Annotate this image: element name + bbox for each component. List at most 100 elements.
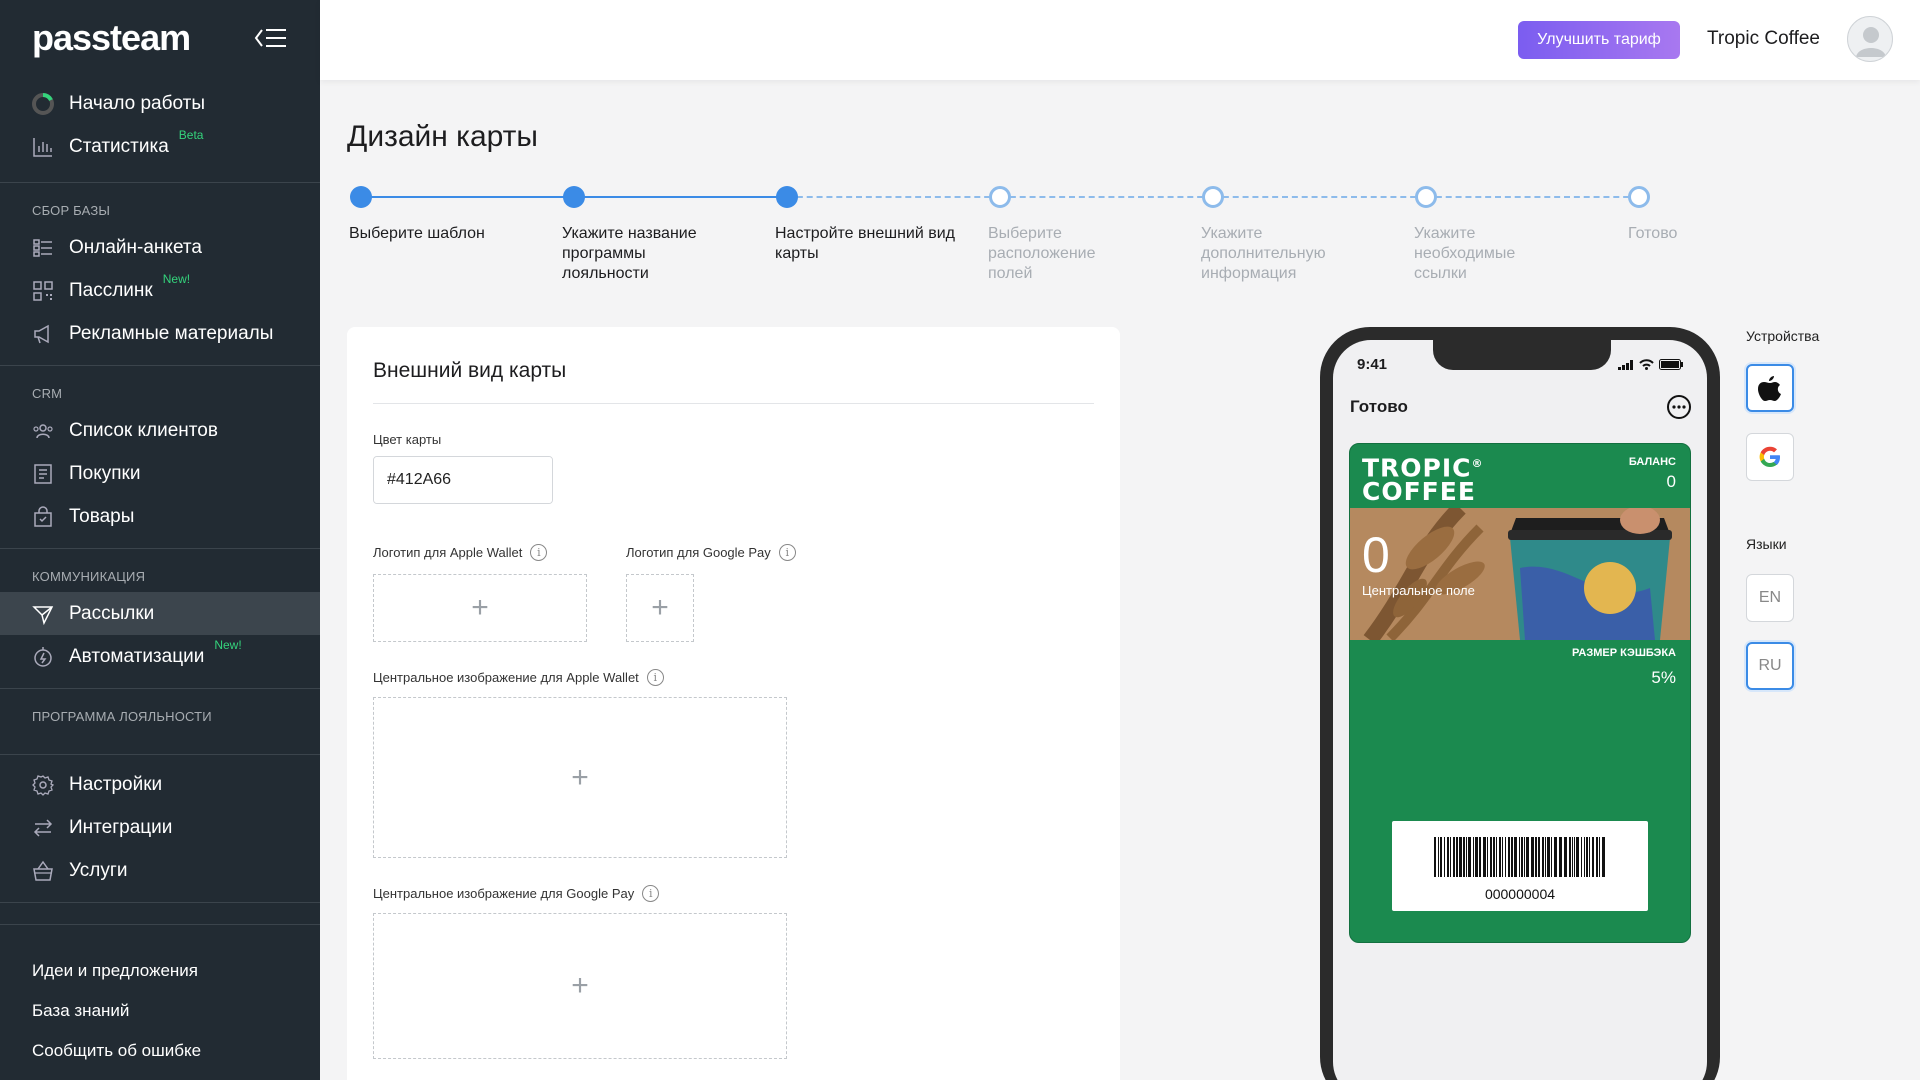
step-dot-4[interactable] <box>989 186 1011 208</box>
knowledge-base-link[interactable]: База знаний <box>0 991 320 1031</box>
barcode-bar <box>1450 837 1451 877</box>
phone-screen: 9:41 Готово TROPIC® COFFEE БАЛАНС 0 0 Це… <box>1333 340 1707 1080</box>
step-connector <box>1213 196 1426 198</box>
sidebar-item-online-form[interactable]: Онлайн-анкета <box>0 226 320 269</box>
barcode-bar <box>1564 837 1567 877</box>
step-connector <box>787 196 1000 198</box>
step-label-5[interactable]: Укажите дополнительную информация <box>1201 224 1341 284</box>
logo-google-upload[interactable]: + <box>626 574 694 642</box>
ideas-link[interactable]: Идеи и предложения <box>0 951 320 991</box>
step-dot-7[interactable] <box>1628 186 1650 208</box>
report-bug-link[interactable]: Сообщить об ошибке <box>0 1031 320 1071</box>
barcode-icon <box>1434 837 1605 877</box>
sidebar-item-statistics[interactable]: Статистика Beta <box>0 125 320 168</box>
progress-ring-icon <box>32 92 54 115</box>
sidebar-item-label: Покупки <box>69 462 141 484</box>
center-apple-upload[interactable]: + <box>373 697 787 858</box>
sidebar-item-label: Пасслинк <box>69 279 153 301</box>
logo-apple-label: Логотип для Apple Wallet i <box>373 544 548 561</box>
upgrade-plan-button[interactable]: Улучшить тариф <box>1518 21 1680 59</box>
logo-apple-upload[interactable]: + <box>373 574 587 642</box>
language-en-button[interactable]: EN <box>1746 574 1794 622</box>
label-text: Центральное изображение для Google Pay <box>373 886 635 901</box>
sidebar-item-label: Онлайн-анкета <box>69 236 202 258</box>
step-dot-5[interactable] <box>1202 186 1224 208</box>
center-google-upload[interactable]: + <box>373 913 787 1059</box>
barcode-bar <box>1444 837 1445 877</box>
color-hex-input[interactable] <box>374 457 552 503</box>
step-label-2[interactable]: Укажите название программы лояльности <box>562 224 732 284</box>
apple-icon <box>1758 376 1781 401</box>
sidebar-item-passlink[interactable]: Пасслинк New! <box>0 269 320 312</box>
sidebar-item-integrations[interactable]: Интеграции <box>0 806 320 849</box>
sidebar-item-start[interactable]: Начало работы <box>0 82 320 125</box>
info-icon[interactable]: i <box>646 669 664 686</box>
center-google-label: Центральное изображение для Google Pay i <box>373 885 660 902</box>
nav-group-communication: КОММУНИКАЦИЯ Рассылки Автоматизации New! <box>0 549 320 689</box>
barcode-bar <box>1592 837 1594 877</box>
sidebar-item-settings[interactable]: Настройки <box>0 763 320 806</box>
step-label-1[interactable]: Выберите шаблон <box>349 224 549 244</box>
step-label-7[interactable]: Готово <box>1628 224 1728 244</box>
phone-notch <box>1433 340 1611 370</box>
logo-google-label: Логотип для Google Pay i <box>626 544 796 561</box>
step-dot-6[interactable] <box>1415 186 1437 208</box>
status-icons <box>1618 359 1683 370</box>
page-title: Дизайн карты <box>347 120 538 153</box>
barcode-bar <box>1531 837 1534 877</box>
sidebar-item-mailings[interactable]: Рассылки <box>0 592 320 635</box>
sidebar-item-products[interactable]: Товары <box>0 495 320 538</box>
google-device-button[interactable] <box>1746 433 1794 481</box>
info-icon[interactable]: i <box>642 885 660 902</box>
new-badge: New! <box>162 271 191 286</box>
barcode-bar <box>1499 837 1501 877</box>
center-apple-label: Центральное изображение для Apple Wallet… <box>373 669 664 686</box>
company-name[interactable]: Tropic Coffee <box>1707 28 1820 50</box>
plus-icon: + <box>571 969 589 1002</box>
label-text: Логотип для Apple Wallet <box>373 545 523 560</box>
nav-group-collection: СБОР БАЗЫ Онлайн-анкета Пасслинк New! Ре… <box>0 183 320 366</box>
languages-title: Языки <box>1746 536 1787 552</box>
group-title: СБОР БАЗЫ <box>32 203 111 218</box>
step-connector <box>361 196 574 198</box>
sidebar-item-purchases[interactable]: Покупки <box>0 452 320 495</box>
user-icon <box>1856 27 1886 57</box>
sidebar-bottom-links: Идеи и предложения База знаний Сообщить … <box>0 924 320 1071</box>
barcode-bar <box>1508 837 1510 877</box>
collapse-sidebar-icon[interactable] <box>252 24 288 52</box>
sidebar-item-clients[interactable]: Список клиентов <box>0 409 320 452</box>
barcode-bar <box>1514 837 1517 877</box>
more-icon[interactable] <box>1667 395 1691 419</box>
sidebar-item-services[interactable]: Услуги <box>0 849 320 892</box>
group-title: CRM <box>32 386 63 401</box>
sidebar-item-ad-materials[interactable]: Рекламные материалы <box>0 312 320 355</box>
divider <box>373 403 1094 404</box>
card-brand-logo: TROPIC® COFFEE <box>1362 452 1484 504</box>
barcode-bar <box>1572 837 1573 877</box>
barcode-bar <box>1535 837 1537 877</box>
info-icon[interactable]: i <box>778 544 796 561</box>
barcode-bar <box>1440 837 1442 877</box>
plus-icon: + <box>651 591 669 624</box>
step-label-6[interactable]: Укажите необходимые ссылки <box>1414 224 1554 284</box>
receipt-icon <box>32 463 54 485</box>
info-icon[interactable]: i <box>530 544 548 561</box>
step-label-4[interactable]: Выберите расположение полей <box>988 224 1128 284</box>
barcode-number: 000000004 <box>1484 886 1556 902</box>
sidebar-item-automations[interactable]: Автоматизации New! <box>0 635 320 678</box>
center-field-label: Центральное поле <box>1362 583 1475 598</box>
avatar[interactable] <box>1847 16 1893 62</box>
step-dot-2[interactable] <box>563 186 585 208</box>
language-ru-button[interactable]: RU <box>1746 642 1794 690</box>
bar-chart-icon <box>32 136 54 158</box>
step-dot-1[interactable] <box>350 186 372 208</box>
barcode-bar <box>1487 837 1488 877</box>
color-label: Цвет карты <box>373 432 442 447</box>
wallet-done-button[interactable]: Готово <box>1350 397 1408 417</box>
step-label-3[interactable]: Настройте внешний вид карты <box>775 224 955 264</box>
wifi-icon <box>1639 359 1654 370</box>
apple-device-button[interactable] <box>1746 364 1794 412</box>
barcode-bar <box>1569 837 1571 877</box>
barcode-bar <box>1576 837 1579 877</box>
step-dot-3[interactable] <box>776 186 798 208</box>
